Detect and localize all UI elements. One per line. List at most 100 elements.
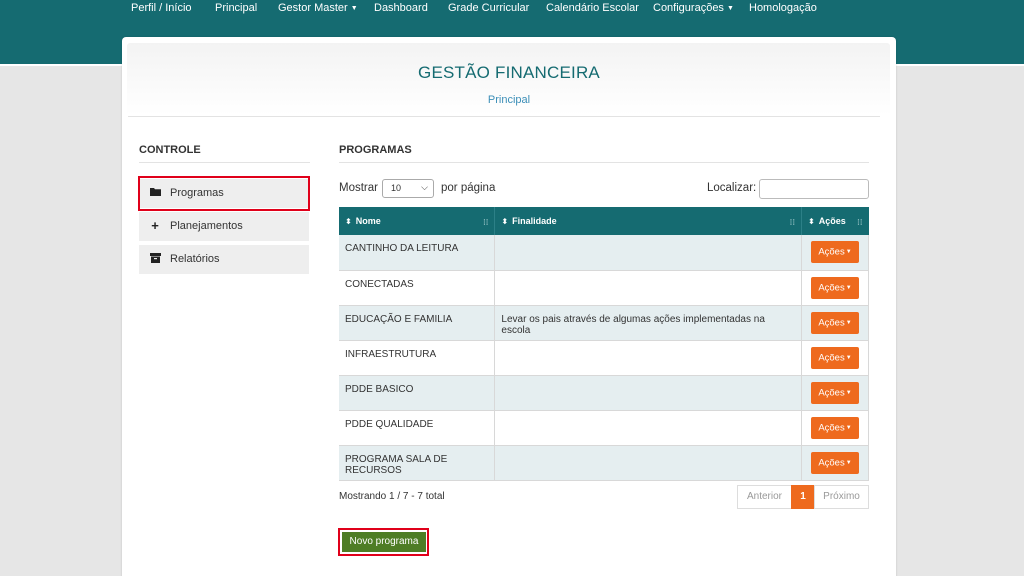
- sidebar-item-relatorios[interactable]: Relatórios: [139, 245, 309, 274]
- column-header-label: Nome: [355, 216, 381, 226]
- cell-acoes: Ações▼: [801, 305, 869, 341]
- table-row: PDDE BASICO Ações▼: [339, 375, 869, 411]
- actions-button-label: Ações: [818, 317, 845, 329]
- table-info: Mostrando 1 / 7 - 7 total: [339, 491, 445, 502]
- table-row: PDDE QUALIDADE Ações▼: [339, 410, 869, 446]
- cell-acoes: Ações▼: [801, 410, 869, 446]
- caret-down-icon: ▼: [845, 459, 852, 466]
- per-page-label: por página: [441, 182, 496, 194]
- column-resize-icon: ⁞⁞: [857, 218, 863, 227]
- actions-button[interactable]: Ações▼: [811, 346, 859, 369]
- page-title: GESTÃO FINANCEIRA: [418, 63, 600, 82]
- archive-icon: [149, 253, 161, 265]
- show-label: Mostrar: [339, 182, 378, 194]
- col-nome[interactable]: ⬍ Nome ⁞⁞: [339, 207, 496, 235]
- actions-button-label: Ações: [818, 352, 845, 364]
- nav-gestor-master-label: Gestor Master: [278, 2, 348, 14]
- column-resize-icon: ⁞⁞: [789, 218, 795, 227]
- actions-button-label: Ações: [818, 387, 845, 399]
- caret-down-icon: ▼: [726, 4, 734, 12]
- programs-title: PROGRAMAS: [339, 144, 412, 156]
- chevron-down-icon: ⌵: [421, 182, 428, 192]
- table-row: CANTINHO DA LEITURA Ações▼: [339, 235, 869, 271]
- cell-finalidade: [494, 410, 802, 446]
- column-header-label: Ações: [818, 216, 846, 226]
- sort-icon: ⬍: [501, 217, 509, 226]
- table-row: INFRAESTRUTURA Ações▼: [339, 340, 869, 376]
- sidebar-title: CONTROLE: [139, 144, 201, 156]
- cell-acoes: Ações▼: [801, 270, 869, 306]
- caret-down-icon: ▼: [845, 389, 852, 396]
- nav-calendario-escolar[interactable]: Calendário Escolar: [546, 2, 639, 14]
- sidebar-item-planejamentos[interactable]: + Planejamentos: [139, 212, 309, 241]
- column-resize-icon: ⁞⁞: [483, 218, 489, 227]
- nav-perfil[interactable]: Perfil / Início: [131, 2, 192, 14]
- search-input[interactable]: [759, 179, 869, 199]
- plus-icon: +: [151, 218, 159, 233]
- sort-icon: ⬍: [808, 217, 815, 226]
- cell-finalidade: [494, 235, 802, 271]
- nav-grade-curricular[interactable]: Grade Curricular: [448, 2, 529, 14]
- sidebar-item-label: Planejamentos: [170, 220, 243, 232]
- cell-finalidade: [494, 375, 802, 411]
- cell-nome: PROGRAMA SALA DE RECURSOS: [339, 445, 496, 481]
- actions-button[interactable]: Ações▼: [811, 381, 859, 404]
- actions-button-label: Ações: [818, 457, 845, 469]
- cell-acoes: Ações▼: [801, 340, 869, 376]
- breadcrumb[interactable]: Principal: [122, 94, 896, 106]
- page-size-select[interactable]: 10 ⌵: [382, 179, 434, 198]
- cell-nome: PDDE QUALIDADE: [339, 410, 496, 446]
- pager-next[interactable]: Próximo: [814, 485, 869, 509]
- pager-page-1[interactable]: 1: [791, 485, 815, 509]
- col-finalidade[interactable]: ⬍ Finalidade ⁞⁞: [494, 207, 802, 235]
- actions-button-label: Ações: [818, 246, 845, 258]
- search-label: Localizar:: [707, 182, 757, 194]
- table-row: CONECTADAS Ações▼: [339, 270, 869, 306]
- actions-button[interactable]: Ações▼: [811, 241, 859, 264]
- cell-nome: CONECTADAS: [339, 270, 496, 306]
- highlight-box: [138, 176, 310, 211]
- actions-button[interactable]: Ações▼: [811, 416, 859, 439]
- actions-button-label: Ações: [818, 422, 845, 434]
- sidebar-item-label: Relatórios: [170, 253, 220, 265]
- nav-homologacao[interactable]: Homologação: [749, 2, 817, 14]
- programs-divider: [339, 162, 869, 163]
- table-row: PROGRAMA SALA DE RECURSOS Ações▼: [339, 445, 869, 481]
- cell-finalidade: [494, 270, 802, 306]
- nav-configuracoes[interactable]: Configurações ▼: [653, 2, 734, 14]
- cell-acoes: Ações▼: [801, 445, 869, 481]
- highlight-box: [338, 528, 429, 556]
- cell-finalidade: [494, 445, 802, 481]
- caret-down-icon: ▼: [350, 4, 358, 12]
- caret-down-icon: ▼: [845, 284, 852, 291]
- header-divider: [128, 116, 880, 117]
- table-row: EDUCAÇÃO E FAMILIA Levar os pais através…: [339, 305, 869, 341]
- caret-down-icon: ▼: [845, 319, 852, 326]
- programs-table: ⬍ Nome ⁞⁞ ⬍ Finalidade ⁞⁞ ⬍ Ações ⁞⁞ CANTINHO …: [339, 207, 869, 481]
- nav-configuracoes-label: Configurações: [653, 2, 724, 14]
- cell-nome: EDUCAÇÃO E FAMILIA: [339, 305, 496, 341]
- actions-button[interactable]: Ações▼: [811, 311, 859, 334]
- sidebar-divider: [139, 162, 310, 163]
- cell-nome: INFRAESTRUTURA: [339, 340, 496, 376]
- actions-button[interactable]: Ações▼: [811, 276, 859, 299]
- cell-acoes: Ações▼: [801, 235, 869, 271]
- column-header-label: Finalidade: [512, 216, 557, 226]
- cell-finalidade: Levar os pais através de algumas ações i…: [494, 305, 802, 341]
- cell-acoes: Ações▼: [801, 375, 869, 411]
- nav-dashboard[interactable]: Dashboard: [374, 2, 428, 14]
- actions-button[interactable]: Ações▼: [811, 451, 859, 474]
- sort-icon: ⬍: [345, 217, 352, 226]
- cell-nome: CANTINHO DA LEITURA: [339, 235, 496, 271]
- caret-down-icon: ▼: [845, 354, 852, 361]
- col-acoes[interactable]: ⬍ Ações ⁞⁞: [801, 207, 869, 235]
- page-size-value: 10: [391, 183, 402, 193]
- caret-down-icon: ▼: [845, 424, 852, 431]
- cell-nome: PDDE BASICO: [339, 375, 496, 411]
- nav-principal[interactable]: Principal: [215, 2, 257, 14]
- cell-finalidade: [494, 340, 802, 376]
- caret-down-icon: ▼: [845, 249, 852, 256]
- nav-gestor-master[interactable]: Gestor Master ▼: [278, 2, 358, 14]
- actions-button-label: Ações: [818, 282, 845, 294]
- pager-prev[interactable]: Anterior: [737, 485, 792, 509]
